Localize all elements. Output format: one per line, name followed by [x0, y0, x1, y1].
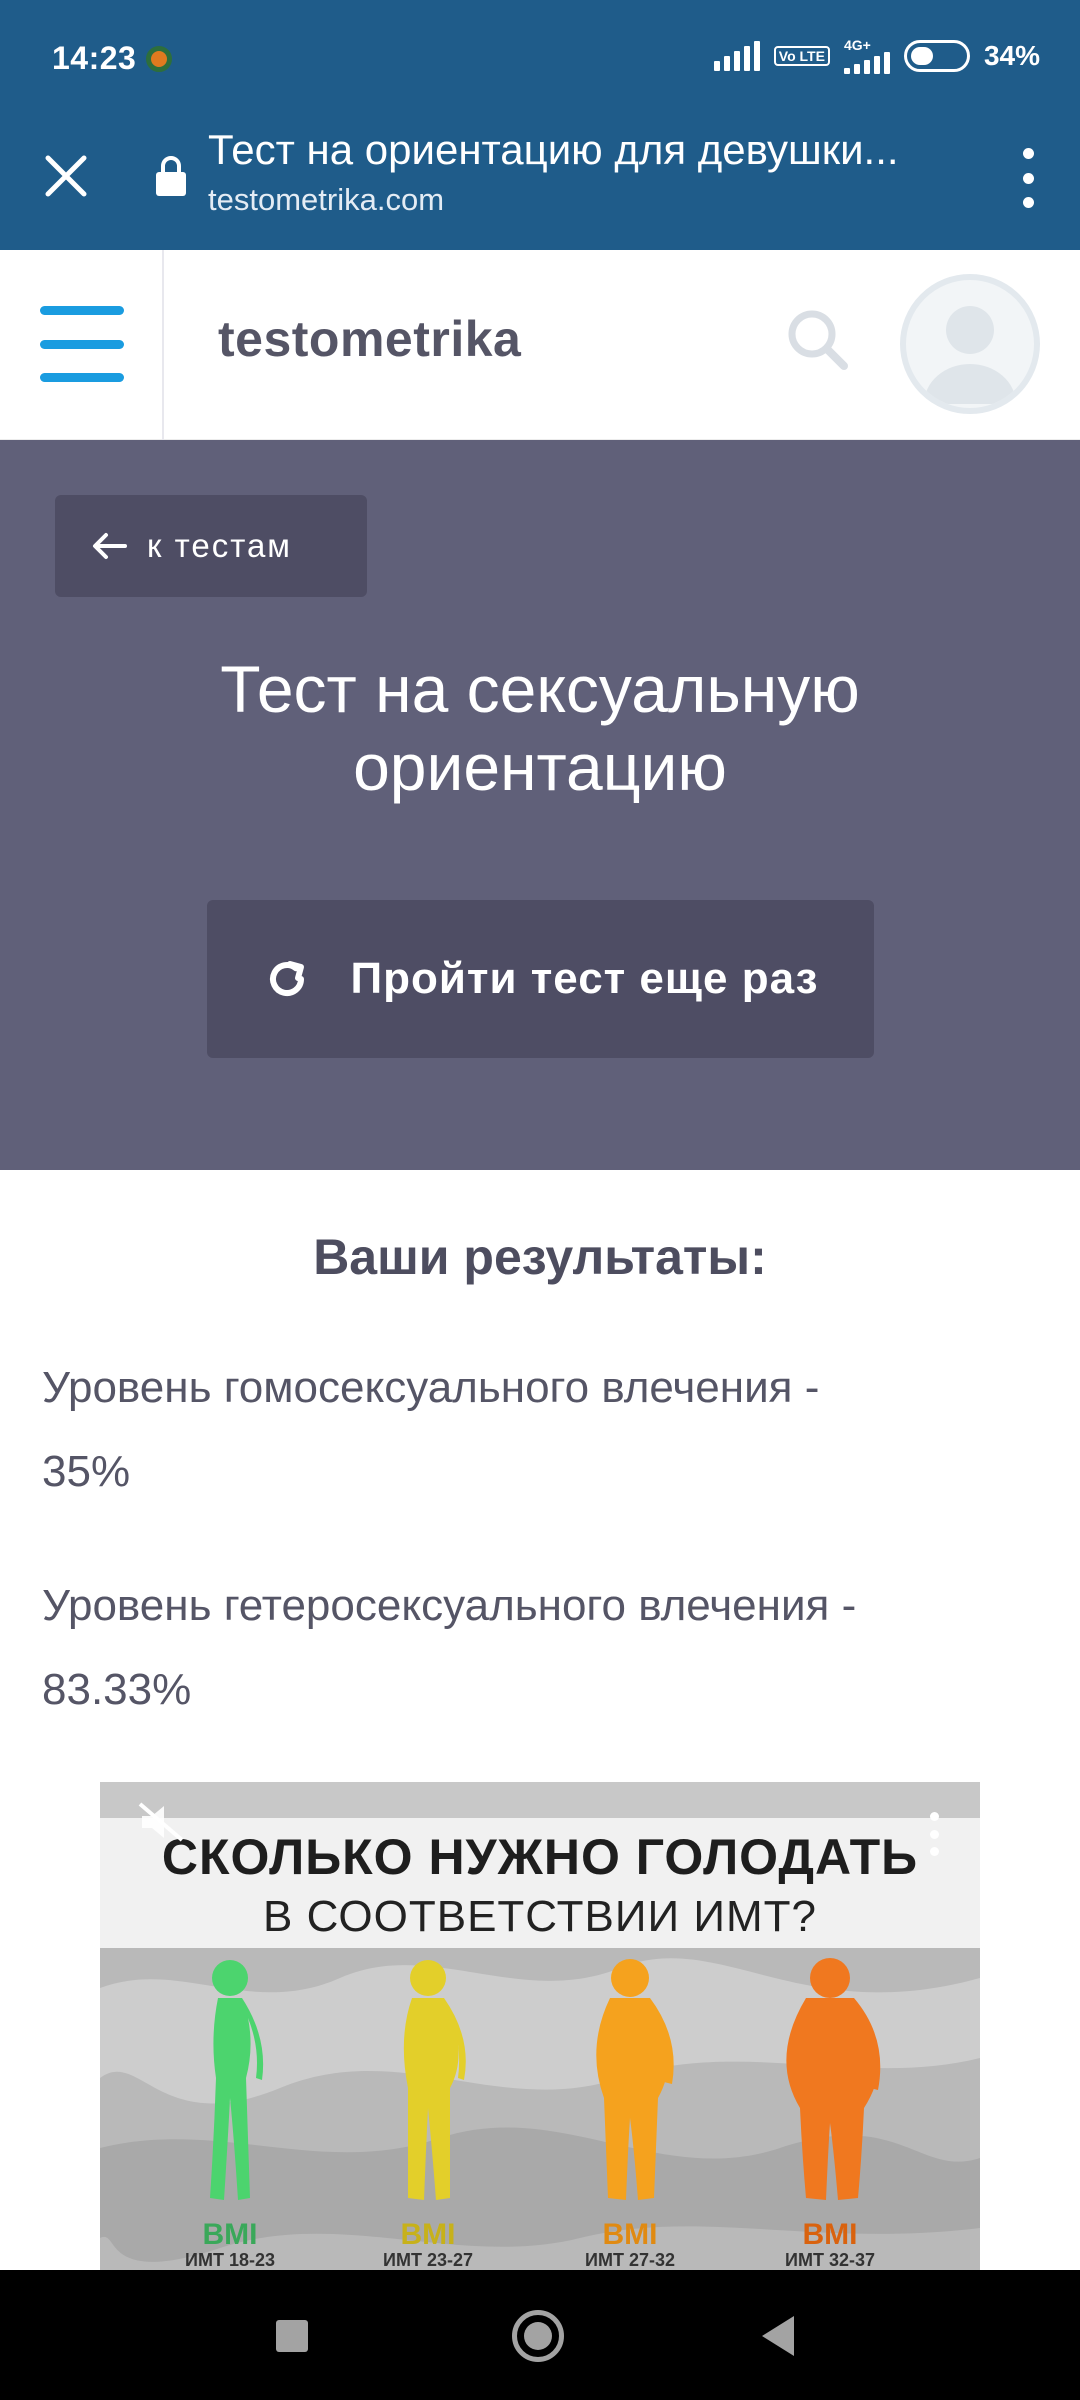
hetero-result-label: Уровень гетеросексуального влечения - [42, 1581, 857, 1630]
test-hero: к тестам Тест на сексуальную ориентацию … [0, 440, 1080, 1170]
more-options-icon[interactable] [1020, 148, 1036, 208]
header-divider [162, 250, 164, 440]
network-type: 4G+ [843, 37, 871, 53]
ad-subheadline: В СООТВЕТСТВИИ ИМТ? [263, 1892, 817, 1941]
ad-figures: BMI ИМТ 18-23 BMI ИМТ 23-27 BMI ИМТ 27-3… [100, 1948, 980, 2270]
battery-icon [903, 40, 970, 72]
figure-overweight-icon [403, 1960, 466, 2200]
retake-button-label: Пройти тест еще раз [350, 954, 819, 1003]
hamburger-menu-icon[interactable] [40, 306, 124, 382]
lock-icon [156, 156, 186, 196]
signal-icon-2 [843, 52, 890, 74]
homo-result-label: Уровень гомосексуального влечения - [42, 1363, 820, 1412]
test-title: Тест на сексуальную ориентацию [40, 650, 1040, 806]
homo-result-value: 35% [42, 1447, 131, 1496]
results-heading: Ваши результаты: [313, 1229, 767, 1285]
mute-icon[interactable] [138, 1802, 186, 1842]
figure-overweight: BMI ИМТ 23-27 [328, 1948, 528, 2270]
page-url[interactable]: testometrika.com [208, 182, 444, 218]
back-icon[interactable] [762, 2316, 794, 2356]
home-icon[interactable] [512, 2310, 564, 2362]
figure-obese: BMI ИМТ 27-32 [530, 1948, 730, 2270]
site-logo[interactable]: testometrika [218, 310, 521, 368]
test-title-line1: Тест на сексуальную [220, 652, 860, 726]
figure-overweight-bmi: BMI [400, 2218, 456, 2251]
figure-severely-obese: BMI ИМТ 32-37 [730, 1948, 930, 2270]
figure-obese-icon [596, 1959, 674, 2200]
user-avatar[interactable] [900, 274, 1040, 414]
test-title-line2: ориентацию [353, 730, 727, 804]
refresh-icon [269, 961, 304, 996]
status-bar: 14:23 Vo LTE 4G+ 34% [0, 0, 1080, 120]
status-time: 14:23 [52, 40, 137, 76]
figure-normal: BMI ИМТ 18-23 [130, 1948, 330, 2270]
back-button-label: к тестам [147, 527, 292, 564]
browser-toolbar: Тест на ориентацию для девушки... testom… [0, 120, 1080, 250]
ad-top-strip [100, 1782, 980, 1818]
battery-percent: 34% [983, 40, 1040, 71]
ad-more-icon[interactable] [930, 1812, 940, 1856]
figure-overweight-imt: ИМТ 23-27 [383, 2250, 473, 2270]
status-indicators: Vo LTE 4G+ 34% [713, 37, 1040, 74]
site-header: testometrika [0, 250, 1080, 440]
close-icon[interactable] [38, 148, 94, 204]
retake-test-button[interactable]: Пройти тест еще раз [207, 900, 874, 1058]
figure-severely-obese-imt: ИМТ 32-37 [785, 2250, 875, 2270]
hetero-result-value: 83.33% [42, 1665, 192, 1714]
notification-icon [146, 46, 172, 72]
figure-severely-obese-bmi: BMI [802, 2218, 858, 2251]
figure-normal-icon [210, 1960, 264, 2200]
page-title[interactable]: Тест на ориентацию для девушки... [208, 126, 948, 174]
back-to-tests-button[interactable]: к тестам [55, 495, 367, 597]
user-icon [924, 306, 1016, 404]
figure-normal-imt: ИМТ 18-23 [185, 2250, 275, 2270]
figure-severely-obese-icon [786, 1958, 881, 2200]
system-nav-bar [0, 2270, 1080, 2400]
arrow-left-icon [93, 533, 127, 559]
figure-obese-imt: ИМТ 27-32 [585, 2250, 675, 2270]
signal-icon [713, 41, 760, 71]
search-icon[interactable] [784, 306, 850, 372]
ad-headline: СКОЛЬКО НУЖНО ГОЛОДАТЬ [161, 1829, 919, 1885]
volte-icon: Vo LTE [773, 46, 830, 66]
figure-obese-bmi: BMI [602, 2218, 658, 2251]
homo-result: Уровень гомосексуального влечения - 35% [42, 1346, 1042, 1514]
ad-video[interactable]: СКОЛЬКО НУЖНО ГОЛОДАТЬ В СООТВЕТСТВИИ ИМ… [100, 1782, 980, 2270]
figure-normal-bmi: BMI [202, 2218, 258, 2251]
recent-apps-icon[interactable] [276, 2320, 308, 2352]
hetero-result: Уровень гетеросексуального влечения - 83… [42, 1564, 1042, 1732]
